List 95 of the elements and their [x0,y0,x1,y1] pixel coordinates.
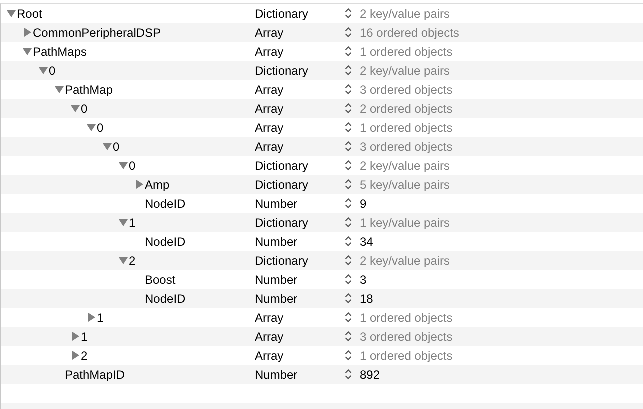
type-label: Array [255,140,285,154]
collapsed-triangle-icon[interactable] [71,351,80,360]
expanded-triangle-icon[interactable] [23,47,32,56]
key-label: 1 [97,310,104,324]
type-label: Array [255,102,285,116]
up-down-chevron-icon[interactable] [345,84,352,95]
type-label: Dictionary [255,178,310,192]
key-label: PathMaps [33,44,88,58]
expanded-triangle-icon[interactable] [119,161,128,170]
expanded-triangle-icon[interactable] [55,85,64,94]
key-label: Boost [145,272,176,286]
up-down-chevron-icon[interactable] [345,160,352,171]
value-label: 2 key/value pairs [360,6,450,20]
type-label: Array [255,330,285,344]
key-label: 0 [97,120,104,134]
type-label: Array [255,26,285,40]
up-down-chevron-icon[interactable] [345,122,352,133]
up-down-chevron-icon[interactable] [345,236,352,247]
type-label: Array [255,44,285,58]
type-label: Array [255,120,285,134]
up-down-chevron-icon[interactable] [345,274,352,285]
key-label: PathMap [65,82,114,96]
type-label: Dictionary [255,158,310,172]
expanded-triangle-icon[interactable] [71,104,80,113]
type-label: Dictionary [255,64,310,78]
value-label: 2 key/value pairs [360,64,450,78]
type-label: Number [255,234,299,248]
value-label: 3 ordered objects [360,140,453,154]
type-label: Array [255,348,285,362]
type-label: Number [255,196,299,210]
up-down-chevron-icon[interactable] [345,8,352,19]
collapsed-triangle-icon[interactable] [135,180,144,189]
value-label: 1 key/value pairs [360,216,450,230]
expanded-triangle-icon[interactable] [119,256,128,265]
up-down-chevron-icon[interactable] [345,293,352,304]
up-down-chevron-icon[interactable] [345,350,352,361]
key-label: 2 [129,254,136,268]
key-label: 0 [81,102,88,116]
up-down-chevron-icon[interactable] [345,141,352,152]
up-down-chevron-icon[interactable] [345,179,352,190]
value-label: 1 ordered objects [360,44,453,58]
expanded-triangle-icon[interactable] [119,218,128,227]
key-label: 1 [129,216,136,230]
key-label: PathMapID [65,368,126,382]
value-label: 34 [360,234,374,248]
type-label: Array [255,82,285,96]
collapsed-triangle-icon[interactable] [87,313,96,322]
value-label: 1 ordered objects [360,120,453,134]
type-label: Dictionary [255,216,310,230]
value-label: 1 ordered objects [360,310,453,324]
value-label: 2 key/value pairs [360,254,450,268]
type-label: Number [255,292,299,306]
key-label: 1 [81,330,88,344]
key-label: 2 [81,348,88,362]
key-label: NodeID [145,196,186,210]
collapsed-triangle-icon[interactable] [23,28,32,37]
type-label: Dictionary [255,6,310,20]
type-label: Dictionary [255,254,310,268]
up-down-chevron-icon[interactable] [345,331,352,342]
type-label: Number [255,272,299,286]
key-label: 0 [129,158,136,172]
type-label: Number [255,368,299,382]
expanded-triangle-icon[interactable] [7,9,16,18]
expanded-triangle-icon[interactable] [39,66,48,75]
up-down-chevron-icon[interactable] [345,103,352,114]
key-label: 0 [113,140,120,154]
value-label: 892 [360,368,380,382]
value-label: 2 key/value pairs [360,158,450,172]
up-down-chevron-icon[interactable] [345,27,352,38]
value-label: 16 ordered objects [360,26,460,40]
key-label: NodeID [145,234,186,248]
up-down-chevron-icon[interactable] [345,369,352,380]
value-label: 2 ordered objects [360,102,453,116]
value-label: 9 [360,196,367,210]
up-down-chevron-icon[interactable] [345,312,352,323]
type-label: Array [255,310,285,324]
key-label: Amp [145,178,170,192]
key-label: 0 [49,64,56,78]
value-label: 18 [360,292,374,306]
key-label: NodeID [145,292,186,306]
up-down-chevron-icon[interactable] [345,46,352,57]
expanded-triangle-icon[interactable] [103,142,112,151]
expanded-triangle-icon[interactable] [87,123,96,132]
value-label: 5 key/value pairs [360,178,450,192]
value-label: 3 ordered objects [360,82,453,96]
value-label: 3 [360,272,367,286]
collapsed-triangle-icon[interactable] [71,332,80,341]
value-label: 1 ordered objects [360,348,453,362]
value-label: 3 ordered objects [360,330,453,344]
key-label: CommonPeripheralDSP [33,26,162,40]
up-down-chevron-icon[interactable] [345,217,352,228]
key-label: Root [17,6,42,20]
up-down-chevron-icon[interactable] [345,255,352,266]
up-down-chevron-icon[interactable] [345,198,352,209]
up-down-chevron-icon[interactable] [345,65,352,76]
